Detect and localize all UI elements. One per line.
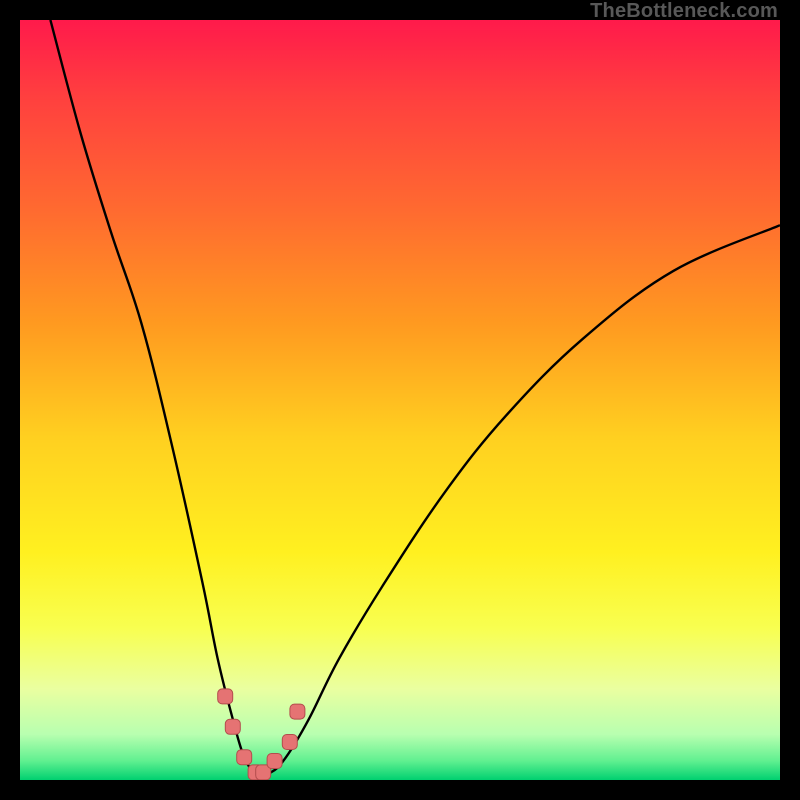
outer-frame: TheBottleneck.com [0, 0, 800, 800]
highlight-marker [225, 719, 240, 734]
highlight-marker [267, 754, 282, 769]
highlight-marker [282, 735, 297, 750]
bottleneck-chart [20, 20, 780, 780]
chart-background [20, 20, 780, 780]
highlight-marker [237, 750, 252, 765]
highlight-marker [218, 689, 233, 704]
plot-container [20, 20, 780, 780]
highlight-marker [290, 704, 305, 719]
